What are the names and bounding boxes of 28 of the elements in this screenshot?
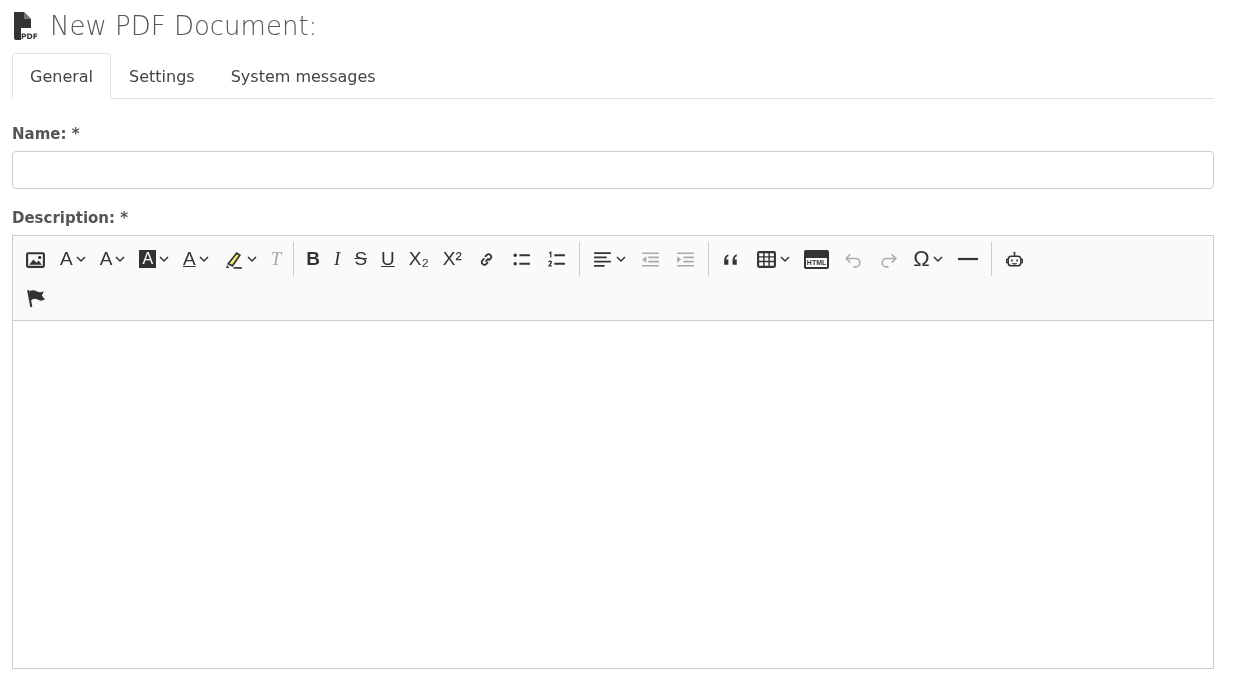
superscript-button[interactable]: X²: [436, 243, 468, 275]
caret-icon: [75, 254, 86, 264]
background-color-button[interactable]: A: [133, 243, 176, 275]
horizontal-line-icon: [956, 257, 979, 261]
font-size-button[interactable]: A: [93, 243, 132, 275]
caret-icon: [246, 254, 257, 264]
tab[interactable]: System messages: [212, 53, 394, 99]
text-color-button[interactable]: A: [177, 243, 215, 275]
caret-icon: [198, 254, 209, 264]
special-character-button[interactable]: Ω: [907, 243, 949, 275]
caret-icon: [615, 254, 626, 264]
caret-icon: [932, 254, 943, 264]
input-field[interactable]: [12, 151, 1214, 189]
italic-button[interactable]: I: [328, 243, 347, 275]
bold-button[interactable]: B: [300, 243, 327, 275]
caret-icon: [115, 254, 126, 264]
underline-button[interactable]: U: [375, 243, 401, 275]
font-family-button[interactable]: A: [54, 243, 92, 275]
subscript-button[interactable]: X₂: [402, 243, 435, 275]
page-title: New PDF Document:: [50, 11, 318, 41]
caret-icon: [779, 254, 790, 264]
caret-icon: [159, 254, 170, 264]
tab[interactable]: Settings: [111, 53, 213, 99]
tab[interactable]: General: [12, 53, 112, 99]
table-icon: [755, 248, 777, 270]
field-label: Description: *: [12, 209, 130, 227]
field-label: Name: *: [12, 125, 81, 143]
strikethrough-button[interactable]: S: [348, 243, 374, 275]
